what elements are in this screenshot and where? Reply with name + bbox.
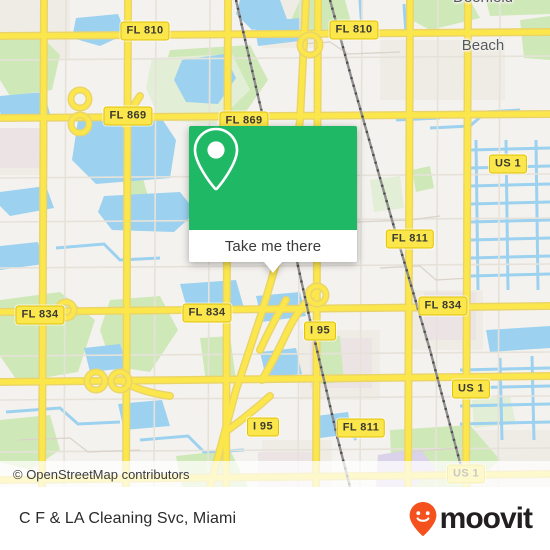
road-shield-fl-834-west[interactable]: FL 834	[15, 305, 65, 325]
place-label-line1: Deerfield	[453, 0, 513, 6]
moovit-logo[interactable]: moovit	[408, 501, 533, 537]
road-shield-i-95-south[interactable]: I 95	[247, 417, 279, 437]
map-canvas[interactable]: Deerfield Beach FL 810 FL 810 FL 869 FL …	[0, 0, 550, 487]
place-label-deerfield-beach: Deerfield Beach	[453, 0, 513, 86]
location-popup-card[interactable]: Take me there	[189, 126, 357, 273]
road-shield-fl-869-west[interactable]: FL 869	[103, 106, 153, 126]
road-shield-fl-834-east[interactable]: FL 834	[418, 296, 468, 316]
moovit-pin-icon	[409, 501, 437, 536]
road-shield-fl-810-west[interactable]: FL 810	[120, 21, 170, 41]
page-footer: C F & LA Cleaning Svc, Miami moovit	[0, 487, 550, 550]
road-shield-i-95-north[interactable]: I 95	[304, 321, 336, 341]
popup-header	[189, 126, 357, 230]
place-label-line2: Beach	[461, 37, 505, 54]
attribution-text[interactable]: © OpenStreetMap contributors	[0, 467, 190, 482]
road-shield-us-1-middle[interactable]: US 1	[451, 379, 491, 399]
road-shield-fl-811-north[interactable]: FL 811	[385, 229, 435, 249]
road-shield-fl-810-east[interactable]: FL 810	[329, 20, 379, 40]
page-title: C F & LA Cleaning Svc, Miami	[19, 509, 237, 527]
road-shield-us-1-north[interactable]: US 1	[488, 154, 528, 174]
map-pin-icon	[193, 127, 239, 191]
popup-footer[interactable]: Take me there	[189, 230, 357, 273]
road-shield-fl-811-south[interactable]: FL 811	[336, 418, 386, 438]
map-screenshot: Deerfield Beach FL 810 FL 810 FL 869 FL …	[0, 0, 550, 550]
take-me-there-button[interactable]: Take me there	[225, 238, 321, 255]
moovit-wordmark: moovit	[439, 501, 533, 535]
map-attribution-bar: © OpenStreetMap contributors	[0, 461, 550, 487]
road-shield-fl-834-center[interactable]: FL 834	[182, 303, 232, 323]
popup-pointer-tail	[264, 262, 282, 273]
